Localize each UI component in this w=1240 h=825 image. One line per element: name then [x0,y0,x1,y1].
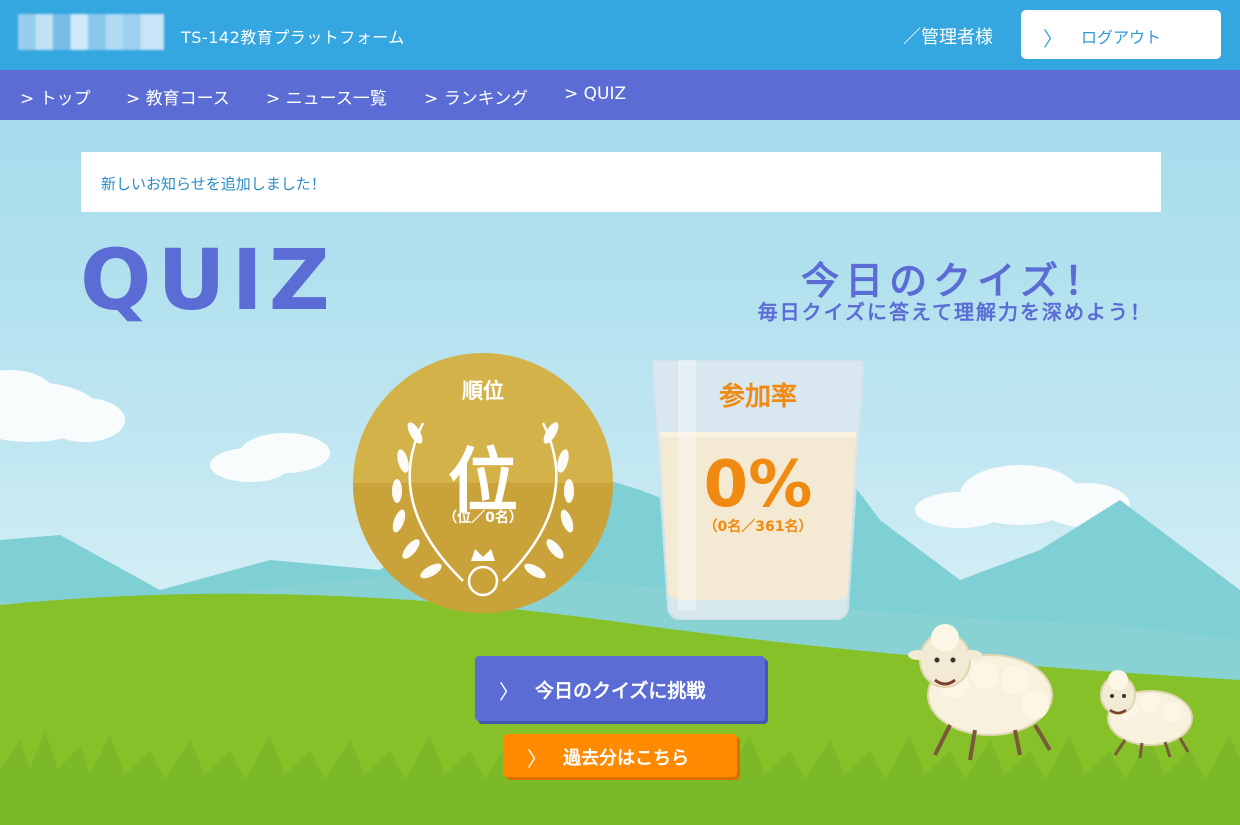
logout-label: ログアウト [1081,30,1162,47]
participation-label: 参加率 [718,382,797,412]
crown-icon [471,549,495,561]
sheep-icon [467,565,499,597]
chevron-right-icon: 〉 [1043,29,1063,51]
quiz-stage: 新しいお知らせを追加しました！ QUIZ 今日のクイズ！ 毎日クイズに答えて理解… [0,120,1240,825]
main-nav: > トップ > 教育コース > ニュース一覧 > ランキング > QUIZ [0,70,1240,120]
chevron-right-icon: 〉 [527,747,547,771]
nav-item-news[interactable]: > ニュース一覧 [266,84,387,109]
user-label: ／管理者様 [903,27,993,48]
chevron-right-icon: 〉 [499,680,519,704]
participation-value: 0% [703,448,813,522]
quiz-subline: 毎日クイズに答えて理解力を深めよう！ [757,300,1152,324]
nav-item-top[interactable]: > トップ [20,84,91,109]
cloud-middle [210,433,330,482]
past-quizzes-label: 過去分はこちら [563,748,689,769]
platform-name: TS-142教育プラットフォーム [181,28,405,47]
rank-medal: 順位 位 （位／0名） [353,353,613,613]
nav-item-ranking[interactable]: > ランキング [424,84,528,109]
top-header: TS-142教育プラットフォーム ／管理者様 〉 ログアウト [0,0,1240,70]
nav-item-quiz[interactable]: > QUIZ [564,84,626,104]
notice-text[interactable]: 新しいお知らせを追加しました！ [101,173,326,194]
past-quizzes-button[interactable]: 〉 過去分はこちら [503,734,737,777]
challenge-quiz-button[interactable]: 〉 今日のクイズに挑戦 [475,656,765,721]
rank-detail: （位／0名） [443,510,523,526]
nav-item-courses[interactable]: > 教育コース [126,84,230,109]
logout-button[interactable]: 〉 ログアウト [1021,10,1221,59]
participation-glass: 参加率 0% （0名／361名） [652,360,864,620]
rank-label: 順位 [462,379,504,403]
quiz-title: QUIZ [80,231,336,329]
site-logo[interactable] [18,14,164,50]
cloud-left [0,370,125,442]
notice-bar: 新しいお知らせを追加しました！ [81,152,1161,212]
challenge-quiz-label: 今日のクイズに挑戦 [535,680,706,702]
participation-detail: （0名／361名） [703,519,813,535]
